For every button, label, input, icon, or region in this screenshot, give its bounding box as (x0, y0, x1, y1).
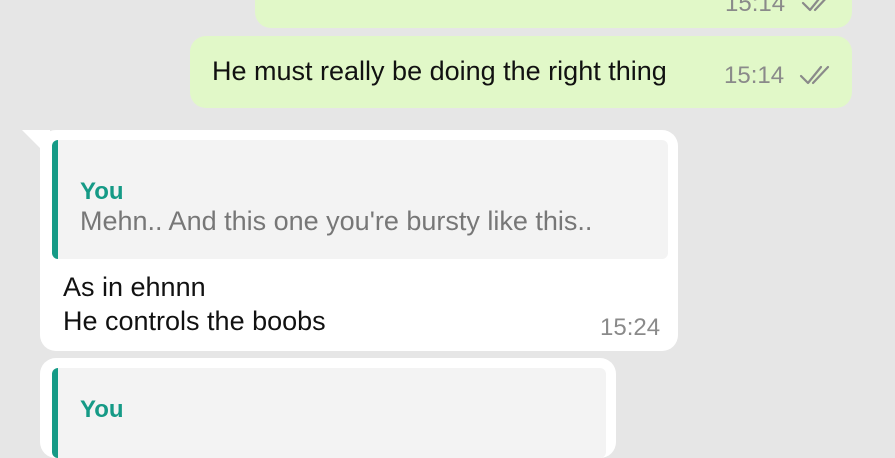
message-bubble-incoming[interactable]: You (40, 358, 616, 458)
double-check-icon (799, 65, 830, 85)
quoted-message[interactable]: You (52, 368, 606, 458)
quoted-author: You (80, 178, 124, 205)
message-text-line: As in ehnnn (63, 272, 206, 302)
quoted-message[interactable]: You Mehn.. And this one you're bursty li… (52, 140, 668, 259)
message-bubble-outgoing[interactable]: He must really be doing the right thing … (190, 36, 852, 108)
quoted-text: Mehn.. And this one you're bursty like t… (80, 206, 593, 236)
message-text-line: He controls the boobs (63, 306, 326, 336)
double-check-icon (801, 0, 826, 12)
message-timestamp: 15:14 (725, 0, 786, 17)
message-text: He must really be doing the right thing (212, 56, 667, 86)
message-timestamp: 15:24 (600, 314, 661, 341)
message-timestamp: 15:14 (724, 62, 785, 89)
message-bubble-outgoing[interactable]: 15:14 (255, 0, 852, 28)
message-bubble-incoming[interactable]: You Mehn.. And this one you're bursty li… (40, 130, 678, 351)
